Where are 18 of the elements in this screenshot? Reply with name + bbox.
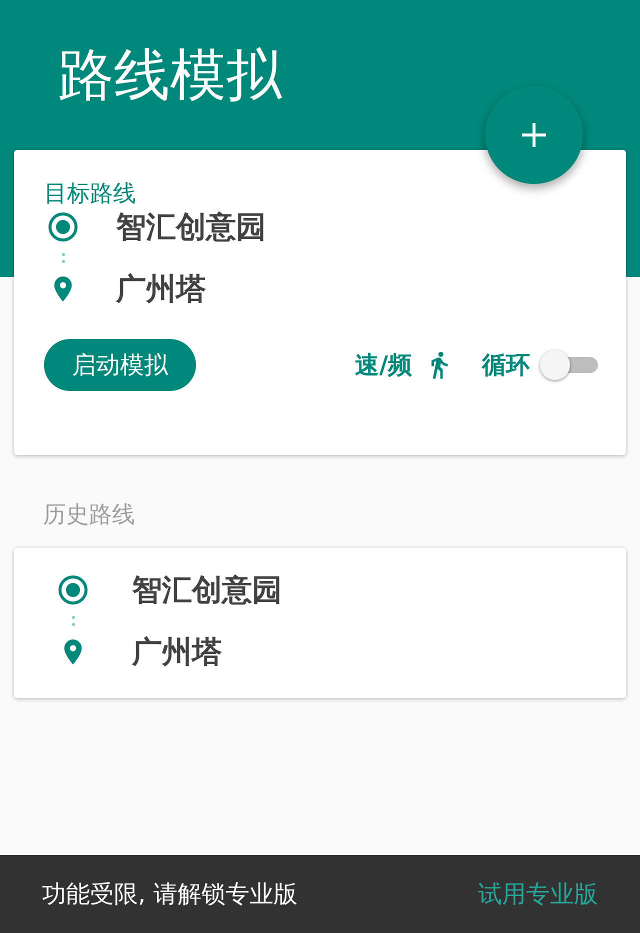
page-title: 路线模拟 (58, 42, 282, 110)
origin-text: 智汇创意园 (116, 208, 266, 246)
section-heading: 目标路线 (44, 180, 136, 209)
destination-text: 广州塔 (132, 634, 222, 672)
dotted-line (72, 616, 76, 626)
start-simulation-button[interactable]: 启动模拟 (44, 339, 196, 391)
origin-icon (58, 575, 88, 605)
origin-icon (48, 212, 78, 242)
speed-label: 速/频 (355, 350, 412, 381)
history-route-card[interactable]: 智汇创意园 广州塔 (14, 548, 626, 698)
section-heading: 历史路线 (43, 501, 135, 530)
plus-icon (520, 121, 548, 149)
dotted-line (62, 253, 66, 263)
loop-label: 循环 (482, 350, 530, 381)
snackbar-message: 功能受限, 请解锁专业版 (42, 879, 298, 910)
destination-text: 广州塔 (116, 270, 206, 308)
origin-text: 智汇创意园 (132, 572, 282, 610)
trial-pro-button[interactable]: 试用专业版 (478, 878, 598, 910)
